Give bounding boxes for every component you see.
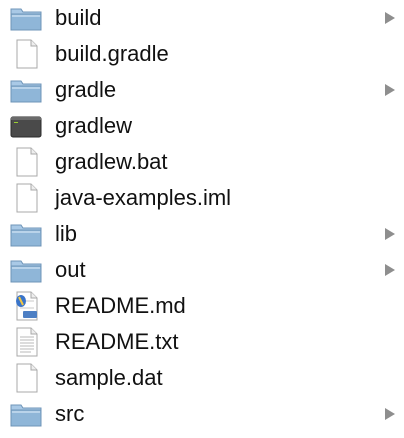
list-item-readme-md[interactable]: README.md [0, 288, 404, 324]
file-name: README.md [55, 293, 186, 318]
list-item-gradle[interactable]: gradle [0, 72, 404, 108]
document-icon [9, 39, 43, 69]
file-name: build [55, 5, 102, 30]
list-item-sample-dat[interactable]: sample.dat [0, 360, 404, 396]
lined-document-icon [9, 327, 43, 357]
list-item-src[interactable]: src [0, 396, 404, 432]
file-name: gradlew [55, 113, 133, 138]
disclosure-triangle-icon[interactable] [385, 264, 395, 276]
list-item-gradlew[interactable]: gradlew [0, 108, 404, 144]
list-item-readme-txt[interactable]: README.txt [0, 324, 404, 360]
file-name: sample.dat [55, 365, 163, 390]
disclosure-triangle-icon[interactable] [385, 408, 395, 420]
list-item-build[interactable]: build [0, 0, 404, 36]
file-name: build.gradle [55, 41, 169, 66]
list-item-lib[interactable]: lib [0, 216, 404, 252]
text-document-icon [9, 291, 43, 321]
file-name: lib [55, 221, 78, 246]
list-item-build-gradle[interactable]: build.gradle [0, 36, 404, 72]
file-name: gradle [55, 77, 117, 102]
folder-icon [9, 3, 43, 33]
list-item-out[interactable]: out [0, 252, 404, 288]
document-icon [9, 363, 43, 393]
file-name: src [55, 401, 85, 426]
disclosure-triangle-icon[interactable] [385, 12, 395, 24]
terminal-executable-icon [9, 111, 43, 141]
file-name: java-examples.iml [55, 185, 232, 210]
disclosure-triangle-icon[interactable] [385, 84, 395, 96]
folder-icon [9, 75, 43, 105]
folder-icon [9, 219, 43, 249]
file-list: build build.gradle gradle gradlew gradle [0, 0, 404, 438]
list-item-java-examples-iml[interactable]: java-examples.iml [0, 180, 404, 216]
folder-icon [9, 399, 43, 429]
file-name: README.txt [55, 329, 179, 354]
document-icon [9, 147, 43, 177]
file-name: gradlew.bat [55, 149, 168, 174]
list-item-gradlew-bat[interactable]: gradlew.bat [0, 144, 404, 180]
disclosure-triangle-icon[interactable] [385, 228, 395, 240]
document-icon [9, 183, 43, 213]
file-name: out [55, 257, 86, 282]
folder-icon [9, 255, 43, 285]
